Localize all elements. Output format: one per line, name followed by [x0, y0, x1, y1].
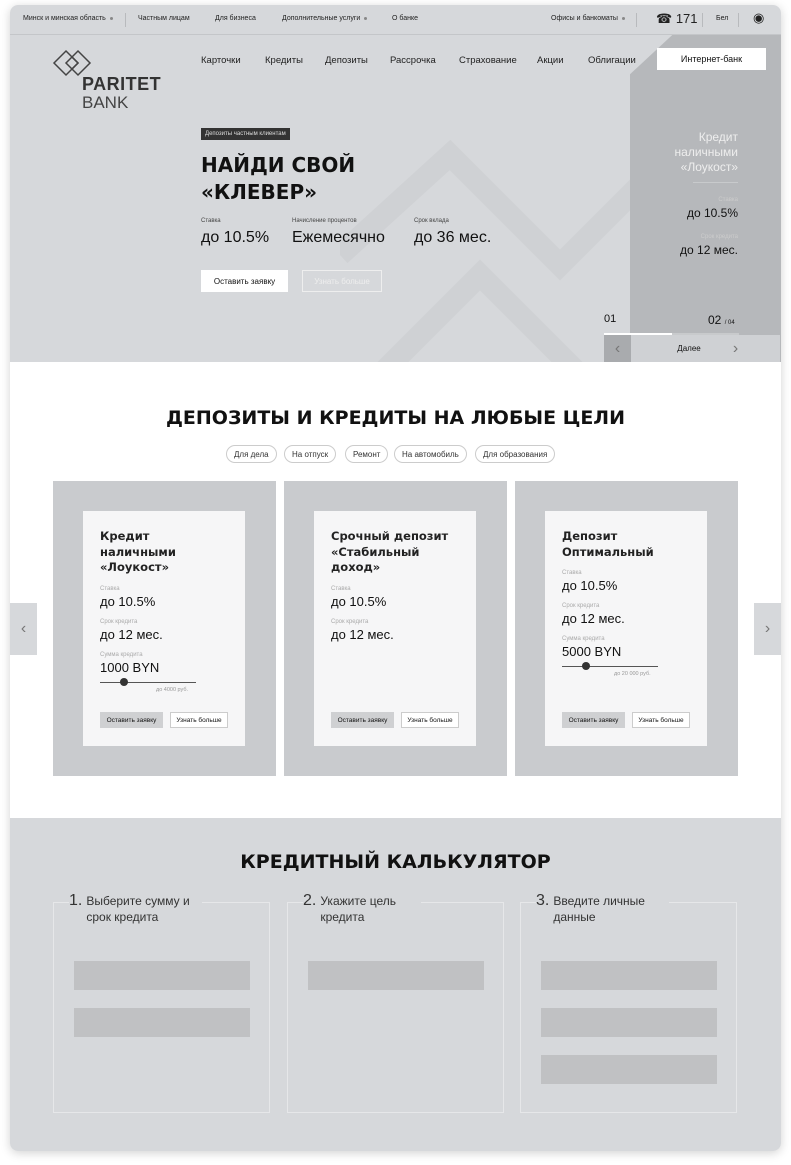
calc-step-3: 3. Введите личные данные — [520, 893, 737, 1113]
nav-deposits[interactable]: Депозиты — [325, 55, 368, 66]
product-card: Срочный депозит «Стабильный доход» Ставк… — [284, 481, 507, 776]
card-apply-button[interactable]: Оставить заявку — [331, 712, 394, 728]
calc-field[interactable] — [74, 1008, 250, 1037]
slider-knob[interactable] — [120, 677, 128, 686]
phone-link[interactable]: ☎ 171 — [656, 11, 698, 27]
carousel-next-chevron-right-icon[interactable]: › — [754, 603, 781, 655]
card-apply-button[interactable]: Оставить заявку — [100, 712, 163, 728]
chip-business[interactable]: Для дела — [226, 445, 277, 463]
learn-more-button[interactable]: Узнать больше — [302, 270, 382, 292]
offices-menu[interactable]: Офисы и банкоматы — [551, 15, 625, 22]
side-term: Срок кредита до 12 мес. — [680, 234, 738, 257]
nav-promotions[interactable]: Акции — [537, 55, 564, 66]
amount-slider[interactable] — [562, 661, 690, 671]
slide-current: 01 — [604, 313, 617, 325]
calc-field[interactable] — [308, 961, 484, 990]
credit-calculator: КРЕДИТНЫЙ КАЛЬКУЛЯТОР 1. Выберите сумму и… — [10, 818, 781, 1151]
accessibility-eye-icon[interactable]: ◉ — [753, 10, 764, 26]
calculator-title: КРЕДИТНЫЙ КАЛЬКУЛЯТОР — [240, 851, 551, 873]
calc-step-2: 2. Укажите цель кредита — [287, 893, 504, 1113]
calc-field[interactable] — [541, 1008, 717, 1037]
chip-renovation[interactable]: Ремонт — [345, 445, 389, 463]
calc-field[interactable] — [74, 961, 250, 990]
link-private[interactable]: Частным лицам — [138, 15, 190, 22]
phone-icon: ☎ — [656, 11, 673, 26]
nav-insurance[interactable]: Страхование — [459, 55, 517, 66]
hero-stat-interest: Начисление процентов Ежемесячно — [292, 218, 385, 246]
product-card: Депозит Оптимальный Ставка до 10.5% Срок … — [515, 481, 738, 776]
link-business[interactable]: Для бизнеса — [215, 15, 256, 22]
slider-knob[interactable] — [582, 662, 590, 670]
nav-cards[interactable]: Карточки — [201, 55, 241, 66]
calc-field[interactable] — [541, 1055, 717, 1084]
chip-car[interactable]: На автомобиль — [394, 445, 467, 463]
nav-credits[interactable]: Кредиты — [265, 55, 303, 66]
nav-installments[interactable]: Рассрочка — [390, 55, 436, 66]
carousel-prev-chevron-left-icon[interactable]: ‹ — [10, 603, 37, 655]
internet-bank-button[interactable]: Интернет-банк — [657, 48, 766, 70]
page: Минск и минская область Частным лицам Дл… — [10, 5, 781, 1151]
hero-badge: Депозиты частным клиентам — [201, 128, 290, 140]
card-more-button[interactable]: Узнать больше — [401, 712, 459, 728]
language-switch[interactable]: Бел — [716, 15, 728, 22]
nav-bonds[interactable]: Облигации — [588, 55, 636, 66]
apply-button[interactable]: Оставить заявку — [201, 270, 288, 292]
hero-slider: PARITET BANK Карточки Кредиты Депозиты Р… — [10, 35, 781, 362]
slide-counter: 02 / 04 — [708, 313, 735, 327]
amount-slider[interactable] — [100, 677, 228, 687]
calc-field[interactable] — [541, 961, 717, 990]
slider-controls: ‹ Далее › — [604, 335, 780, 362]
logo: PARITET BANK — [52, 47, 161, 112]
card-more-button[interactable]: Узнать больше — [632, 712, 690, 728]
card-more-button[interactable]: Узнать больше — [170, 712, 228, 728]
section-title: ДЕПОЗИТЫ И КРЕДИТЫ НА ЛЮБЫЕ ЦЕЛИ — [165, 407, 625, 429]
chip-education[interactable]: Для образования — [475, 445, 556, 463]
card-apply-button[interactable]: Оставить заявку — [562, 712, 625, 728]
top-bar: Минск и минская область Частным лицам Дл… — [10, 5, 781, 35]
next-slide-chevron-right-icon[interactable]: › — [722, 335, 749, 362]
product-card: Кредит наличными «Лоукост» Ставка до 10.5… — [53, 481, 276, 776]
services-menu[interactable]: Дополнительные услуги — [282, 15, 368, 22]
hero-stat-term: Срок вклада до 36 мес. — [414, 218, 492, 246]
link-about[interactable]: О банке — [392, 15, 418, 22]
region-select[interactable]: Минск и минская область — [23, 15, 113, 22]
next-slide-button[interactable]: Далее — [654, 335, 724, 362]
prev-slide-chevron-left-icon[interactable]: ‹ — [604, 335, 631, 362]
hero-title: НАЙДИ СВОЙ «КЛЕВЕР» — [201, 153, 356, 204]
side-rate: Ставка до 10.5% — [686, 197, 738, 220]
chip-vacation[interactable]: На отпуск — [284, 445, 337, 463]
calc-step-1: 1. Выберите сумму и срок кредита — [53, 893, 270, 1113]
side-title: Кредит наличными «Лоукост» — [674, 130, 738, 174]
hero-stat-rate: Ставка до 10.5% — [201, 218, 270, 246]
